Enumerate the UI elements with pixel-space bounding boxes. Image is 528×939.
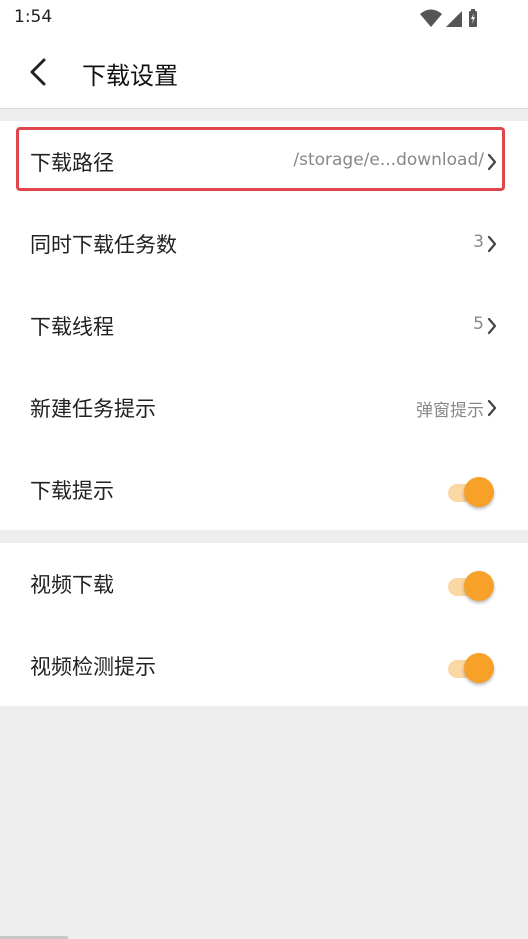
new-task-prompt-value: 弹窗提示 xyxy=(416,401,484,421)
video-detect-prompt-label: 视频检测提示 xyxy=(30,655,156,679)
video-settings-section: 视频下载 视频检测提示 xyxy=(0,543,528,706)
video-detect-prompt-toggle[interactable] xyxy=(444,652,494,683)
download-path-value: /storage/e...download/ xyxy=(293,150,484,170)
app-bar: 下载设置 xyxy=(0,36,528,109)
status-bar: 1:54 xyxy=(0,0,528,36)
chevron-right-icon xyxy=(487,235,497,253)
signal-icon xyxy=(446,11,462,27)
status-icons xyxy=(420,8,490,27)
download-prompt-label: 下载提示 xyxy=(30,479,114,503)
toggle-thumb xyxy=(464,477,494,507)
toggle-thumb xyxy=(464,571,494,601)
download-threads-row[interactable]: 下载线程 5 xyxy=(0,285,528,367)
chevron-right-icon xyxy=(487,153,497,171)
toggle-thumb xyxy=(464,653,494,683)
wifi-icon xyxy=(420,9,442,27)
chevron-right-icon xyxy=(487,399,497,417)
concurrent-tasks-label: 同时下载任务数 xyxy=(30,233,177,257)
new-task-prompt-label: 新建任务提示 xyxy=(30,397,156,421)
video-download-label: 视频下载 xyxy=(30,573,114,597)
battery-icon xyxy=(469,9,477,27)
download-path-row[interactable]: 下载路径 /storage/e...download/ xyxy=(0,121,528,203)
download-prompt-toggle[interactable] xyxy=(444,476,494,507)
download-threads-label: 下载线程 xyxy=(30,315,114,339)
back-arrow-icon[interactable] xyxy=(26,56,54,88)
download-threads-value: 5 xyxy=(473,314,484,334)
video-download-row: 视频下载 xyxy=(0,543,528,625)
new-task-prompt-row[interactable]: 新建任务提示 弹窗提示 xyxy=(0,367,528,449)
page-title: 下载设置 xyxy=(82,62,178,90)
status-time: 1:54 xyxy=(14,7,53,27)
download-prompt-row: 下载提示 xyxy=(0,449,528,531)
download-settings-section: 下载路径 /storage/e...download/ 同时下载任务数 3 下载… xyxy=(0,121,528,530)
download-path-label: 下载路径 xyxy=(30,151,114,175)
video-download-toggle[interactable] xyxy=(444,570,494,601)
chevron-right-icon xyxy=(487,317,497,335)
concurrent-tasks-value: 3 xyxy=(473,232,484,252)
video-detect-prompt-row: 视频检测提示 xyxy=(0,625,528,707)
concurrent-tasks-row[interactable]: 同时下载任务数 3 xyxy=(0,203,528,285)
